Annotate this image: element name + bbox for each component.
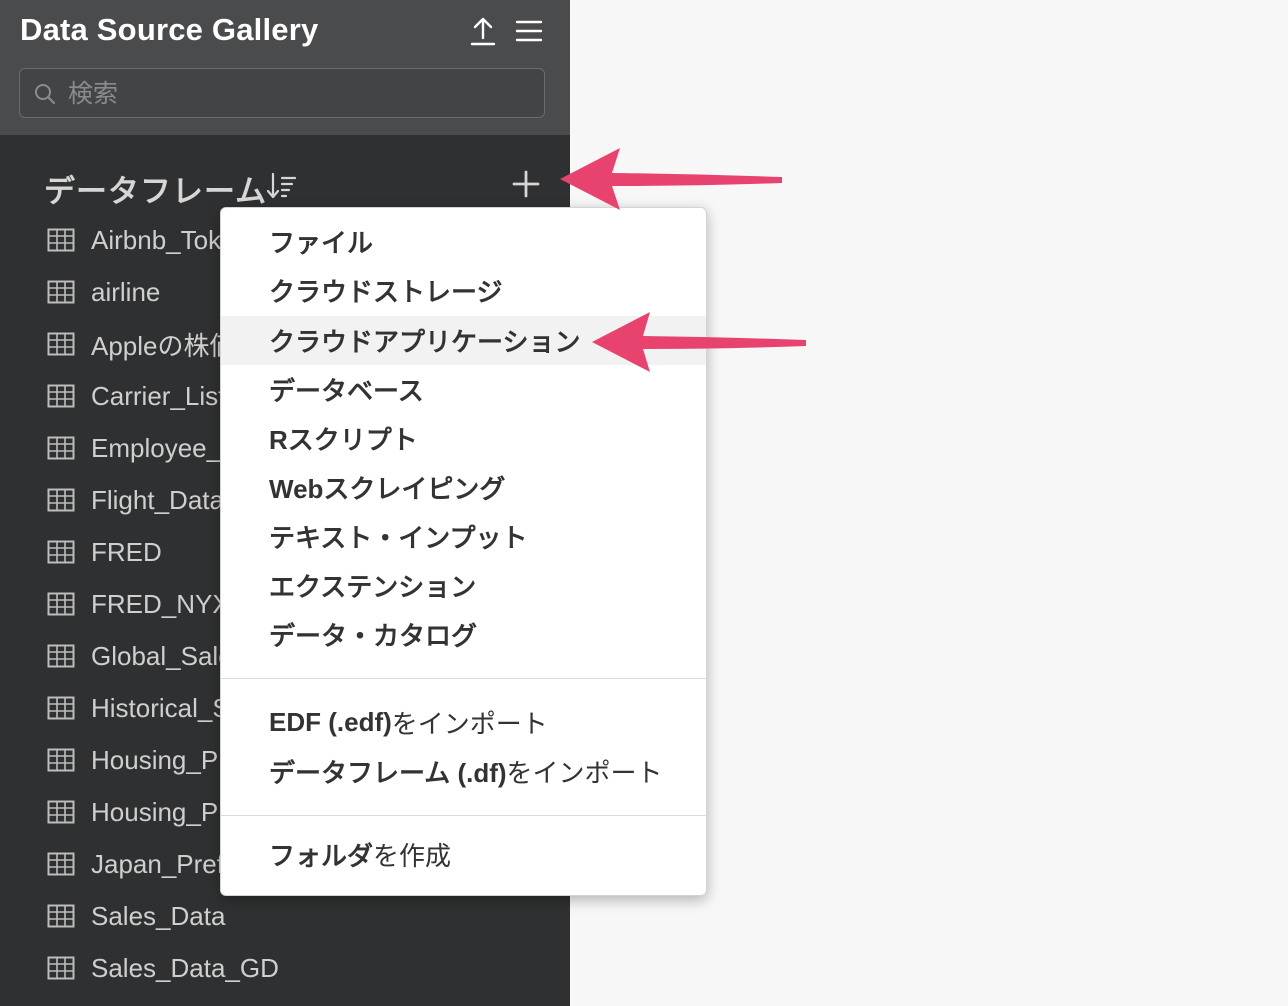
- annotation-arrow-icon: [560, 148, 782, 210]
- search-input[interactable]: [66, 77, 530, 111]
- menu-item-import-edf[interactable]: EDF (.edf) をインポート: [221, 698, 706, 747]
- dataframe-name: Historical_S: [91, 692, 230, 723]
- dataframe-name: Housing_Pr: [91, 796, 227, 827]
- add-data-source-button[interactable]: [508, 166, 544, 202]
- table-icon: [47, 592, 75, 616]
- add-data-source-menu: ファイル クラウドストレージ クラウドアプリケーション データベース Rスクリプ…: [220, 207, 707, 896]
- menu-item-create-folder[interactable]: フォルダ を作成: [221, 830, 706, 879]
- menu-item-import-edf-rest: をインポート: [391, 709, 548, 739]
- table-icon: [47, 852, 75, 876]
- table-icon: [47, 488, 75, 512]
- upload-button[interactable]: [466, 14, 500, 48]
- menu-item-cloud-storage[interactable]: クラウドストレージ: [221, 266, 706, 315]
- sort-button[interactable]: [266, 170, 298, 202]
- table-icon: [47, 228, 75, 252]
- table-icon: [47, 904, 75, 928]
- dataframe-name: airline: [91, 276, 161, 307]
- menu-item-file[interactable]: ファイル: [221, 217, 706, 266]
- sort-icon: [266, 172, 297, 199]
- search-icon: [35, 84, 56, 105]
- menu-item-data-catalog[interactable]: データ・カタログ: [221, 610, 706, 659]
- table-icon: [47, 384, 75, 408]
- dataframe-name: Sales_Data: [91, 900, 226, 931]
- menu-item-extension[interactable]: エクステンション: [221, 561, 706, 610]
- table-icon: [47, 696, 75, 720]
- menu-separator: [221, 815, 706, 816]
- section-title-dataframes: データフレーム: [44, 174, 268, 209]
- dataframe-item[interactable]: Sales_Data: [0, 890, 570, 942]
- dataframe-name: Carrier_List: [91, 380, 226, 411]
- dataframe-name: Employee_: [91, 432, 222, 463]
- plus-icon: [512, 170, 540, 198]
- menu-item-cloud-application[interactable]: クラウドアプリケーション: [221, 316, 706, 365]
- menu-item-web-scraping[interactable]: Webスクレイピング: [221, 463, 706, 512]
- hamburger-menu-icon: [515, 20, 543, 42]
- menu-item-r-script[interactable]: Rスクリプト: [221, 414, 706, 463]
- table-icon: [47, 644, 75, 668]
- menu-item-import-edf-strong: EDF (.edf): [269, 707, 392, 737]
- table-icon: [47, 956, 75, 980]
- table-icon: [47, 332, 75, 356]
- table-icon: [47, 436, 75, 460]
- dataframe-item[interactable]: Sales_Data_GD: [0, 942, 570, 994]
- menu-item-import-df-strong: データフレーム (.df): [269, 758, 507, 788]
- table-icon: [47, 540, 75, 564]
- menu-item-database[interactable]: データベース: [221, 365, 706, 414]
- menu-item-create-folder-strong: フォルダ: [269, 841, 374, 871]
- dataframe-name: FRED_NYX: [91, 588, 230, 619]
- table-icon: [47, 748, 75, 772]
- dataframe-name: Sales_Data_GD: [91, 952, 279, 983]
- search-box[interactable]: [19, 68, 545, 118]
- sidebar-header: Data Source Gallery: [0, 0, 570, 135]
- menu-item-create-folder-rest: を作成: [373, 841, 452, 871]
- table-icon: [47, 280, 75, 304]
- hamburger-menu-button[interactable]: [512, 14, 546, 48]
- table-icon: [47, 800, 75, 824]
- dataframe-name: Japan_Pref: [91, 848, 224, 879]
- upload-icon: [470, 17, 496, 46]
- menu-item-import-df-rest: をインポート: [506, 758, 663, 788]
- menu-separator: [221, 678, 706, 679]
- dataframe-name: Flight_Data: [91, 484, 224, 515]
- menu-item-text-input[interactable]: テキスト・インプット: [221, 512, 706, 561]
- dataframe-name: FRED: [91, 536, 162, 567]
- dataframe-name: Housing_Pr: [91, 744, 227, 775]
- menu-item-import-df[interactable]: データフレーム (.df) をインポート: [221, 747, 706, 796]
- app-title: Data Source Gallery: [20, 12, 319, 47]
- dataframe-name: Appleの株価: [91, 330, 236, 361]
